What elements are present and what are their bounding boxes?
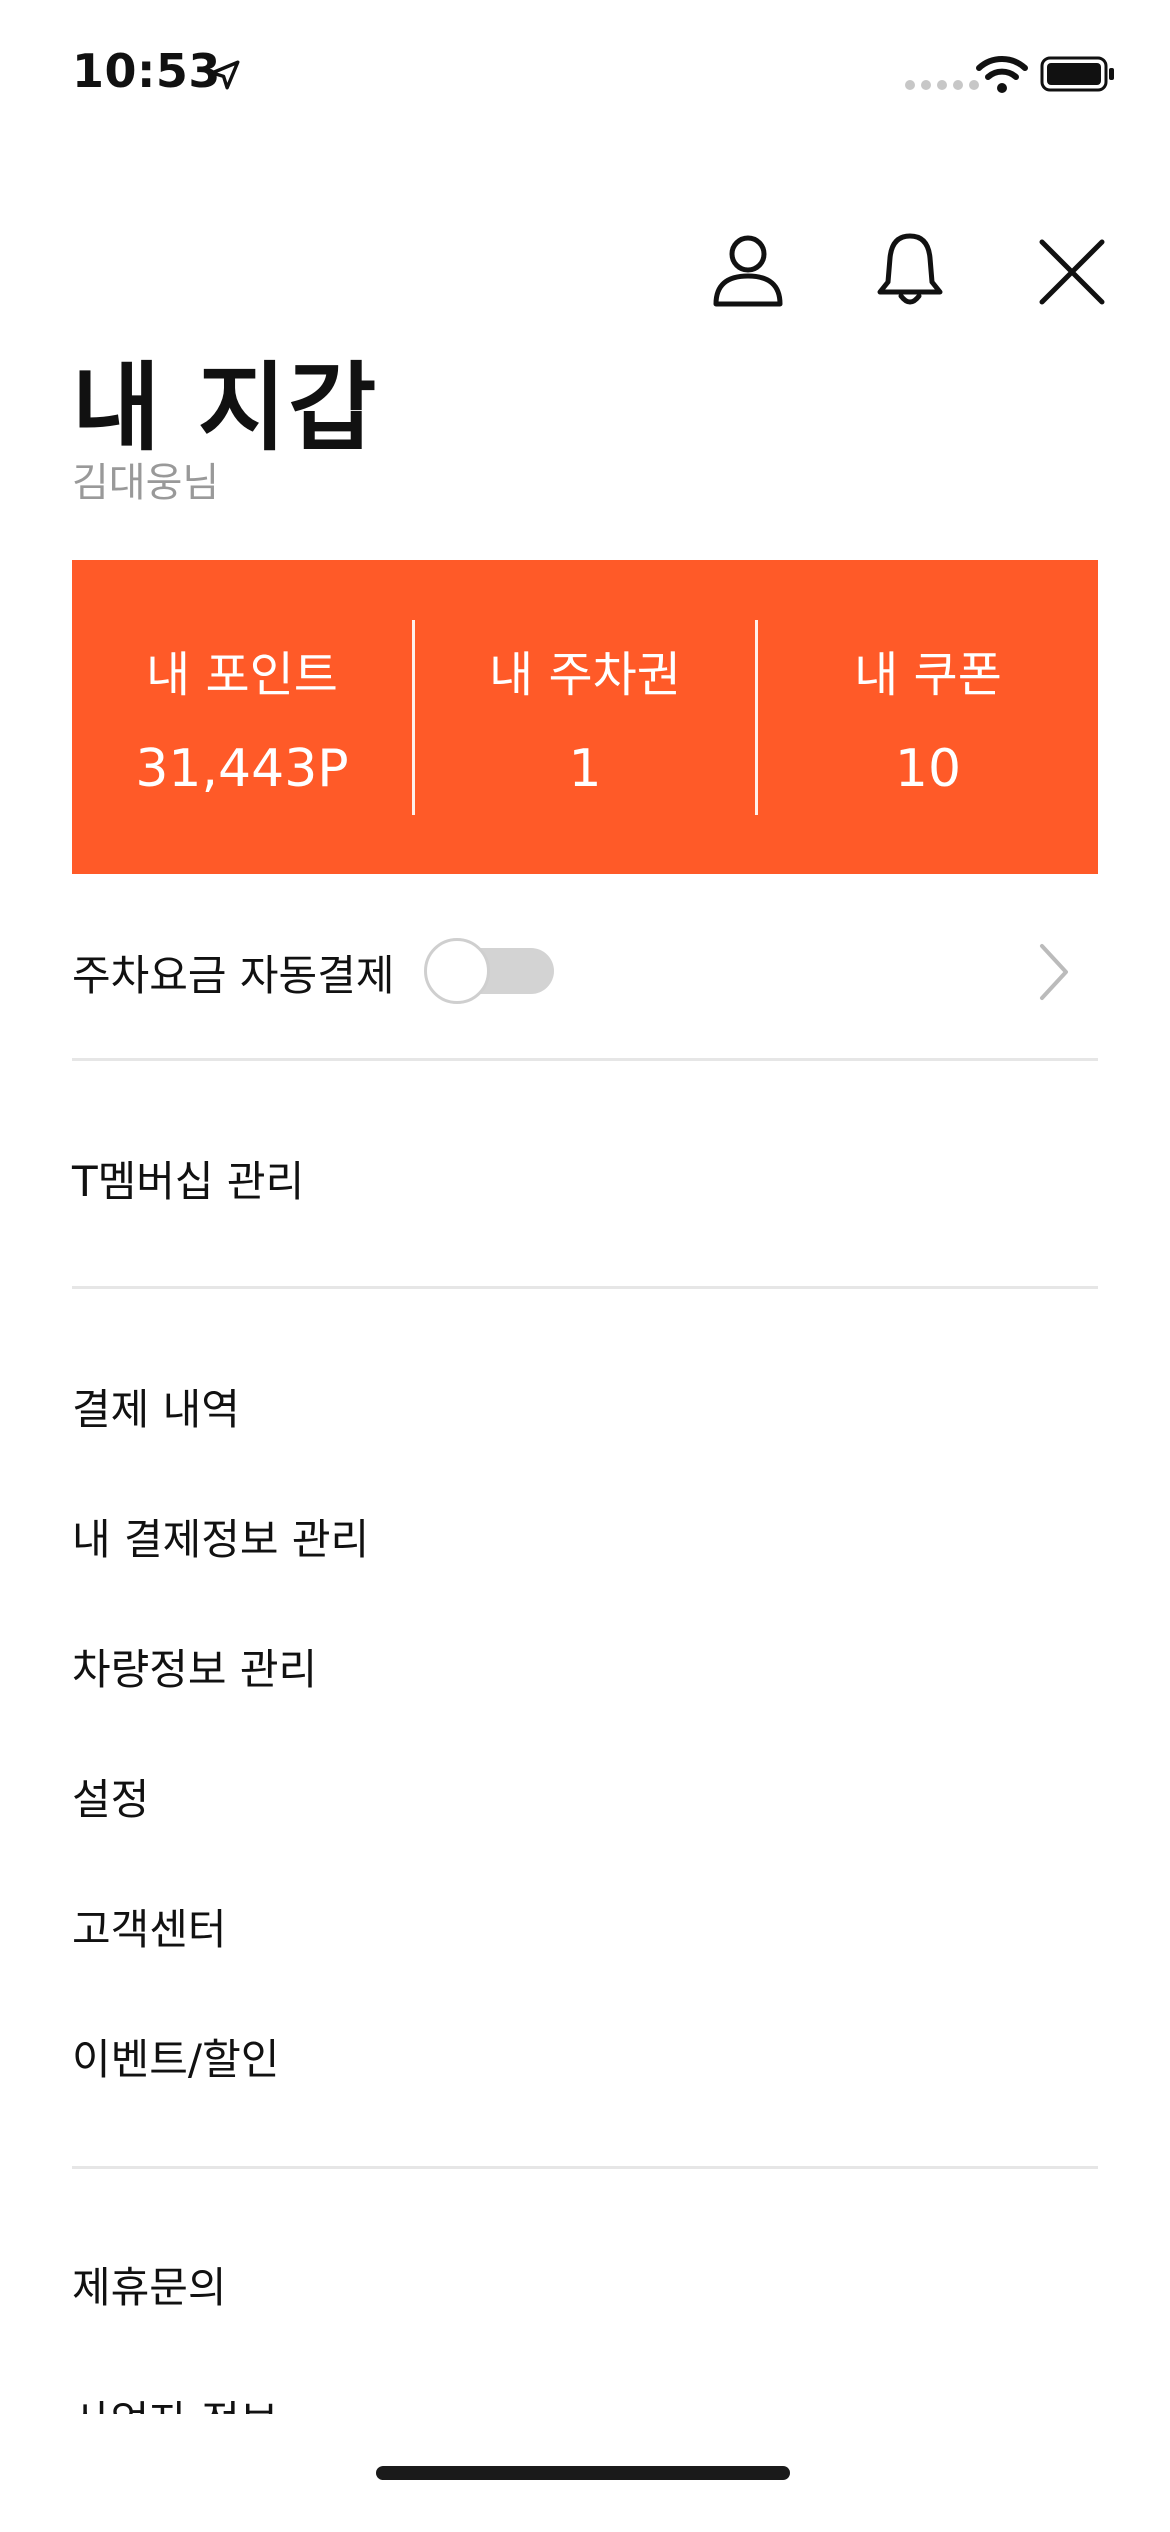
wallet-stat-parking-tickets[interactable]: 내 주차권 1	[415, 635, 755, 799]
menu-item-customer-center[interactable]: 고객센터	[72, 1896, 227, 1957]
wallet-stat-points[interactable]: 내 포인트 31,443P	[72, 635, 412, 799]
parking-tickets-label: 내 주차권	[489, 647, 681, 703]
user-name: 김대웅님	[72, 460, 220, 506]
divider	[72, 2166, 1098, 2169]
menu-item-vehicle-info[interactable]: 차량정보 관리	[72, 1636, 317, 1697]
bell-icon[interactable]	[868, 230, 952, 314]
page-title: 내 지갑	[72, 352, 379, 464]
autopay-row[interactable]: 주차요금 자동결제	[72, 920, 1098, 1020]
status-bar: 10:53	[0, 0, 1170, 150]
status-time: 10:53	[72, 44, 221, 98]
autopay-label: 주차요금 자동결제	[72, 951, 395, 1000]
menu-item-membership[interactable]: T멤버십 관리	[72, 1148, 304, 1209]
chevron-right-icon[interactable]	[1034, 940, 1074, 1004]
points-label: 내 포인트	[146, 647, 338, 703]
parking-tickets-value: 1	[568, 739, 602, 799]
menu-item-payment-history[interactable]: 결제 내역	[72, 1376, 240, 1437]
location-arrow-icon	[210, 60, 240, 90]
toggle-knob	[424, 938, 490, 1004]
wifi-icon	[976, 56, 1028, 93]
divider	[72, 1058, 1098, 1061]
wallet-stat-coupons[interactable]: 내 쿠폰 10	[758, 635, 1098, 799]
autopay-toggle[interactable]	[424, 938, 554, 1004]
battery-icon	[1040, 56, 1114, 92]
menu-item-partnership[interactable]: 제휴문의	[72, 2254, 227, 2315]
home-indicator[interactable]	[376, 2466, 790, 2480]
coupons-label: 내 쿠폰	[854, 647, 1002, 703]
profile-icon[interactable]	[706, 230, 790, 314]
points-value: 31,443P	[135, 739, 349, 799]
menu-item-settings[interactable]: 설정	[72, 1766, 149, 1827]
menu-item-events[interactable]: 이벤트/할인	[72, 2026, 279, 2087]
close-icon[interactable]	[1030, 230, 1114, 314]
menu-item-business-info[interactable]: 사업자 정보	[72, 2388, 279, 2414]
cellular-signal-icon	[905, 80, 979, 90]
menu-item-business-info-clip: 사업자 정보	[72, 2378, 279, 2414]
coupons-value: 10	[894, 739, 962, 799]
wallet-summary-card: 내 포인트 31,443P 내 주차권 1 내 쿠폰 10	[72, 560, 1098, 874]
menu-item-payment-info[interactable]: 내 결제정보 관리	[72, 1506, 369, 1567]
divider	[72, 1286, 1098, 1289]
